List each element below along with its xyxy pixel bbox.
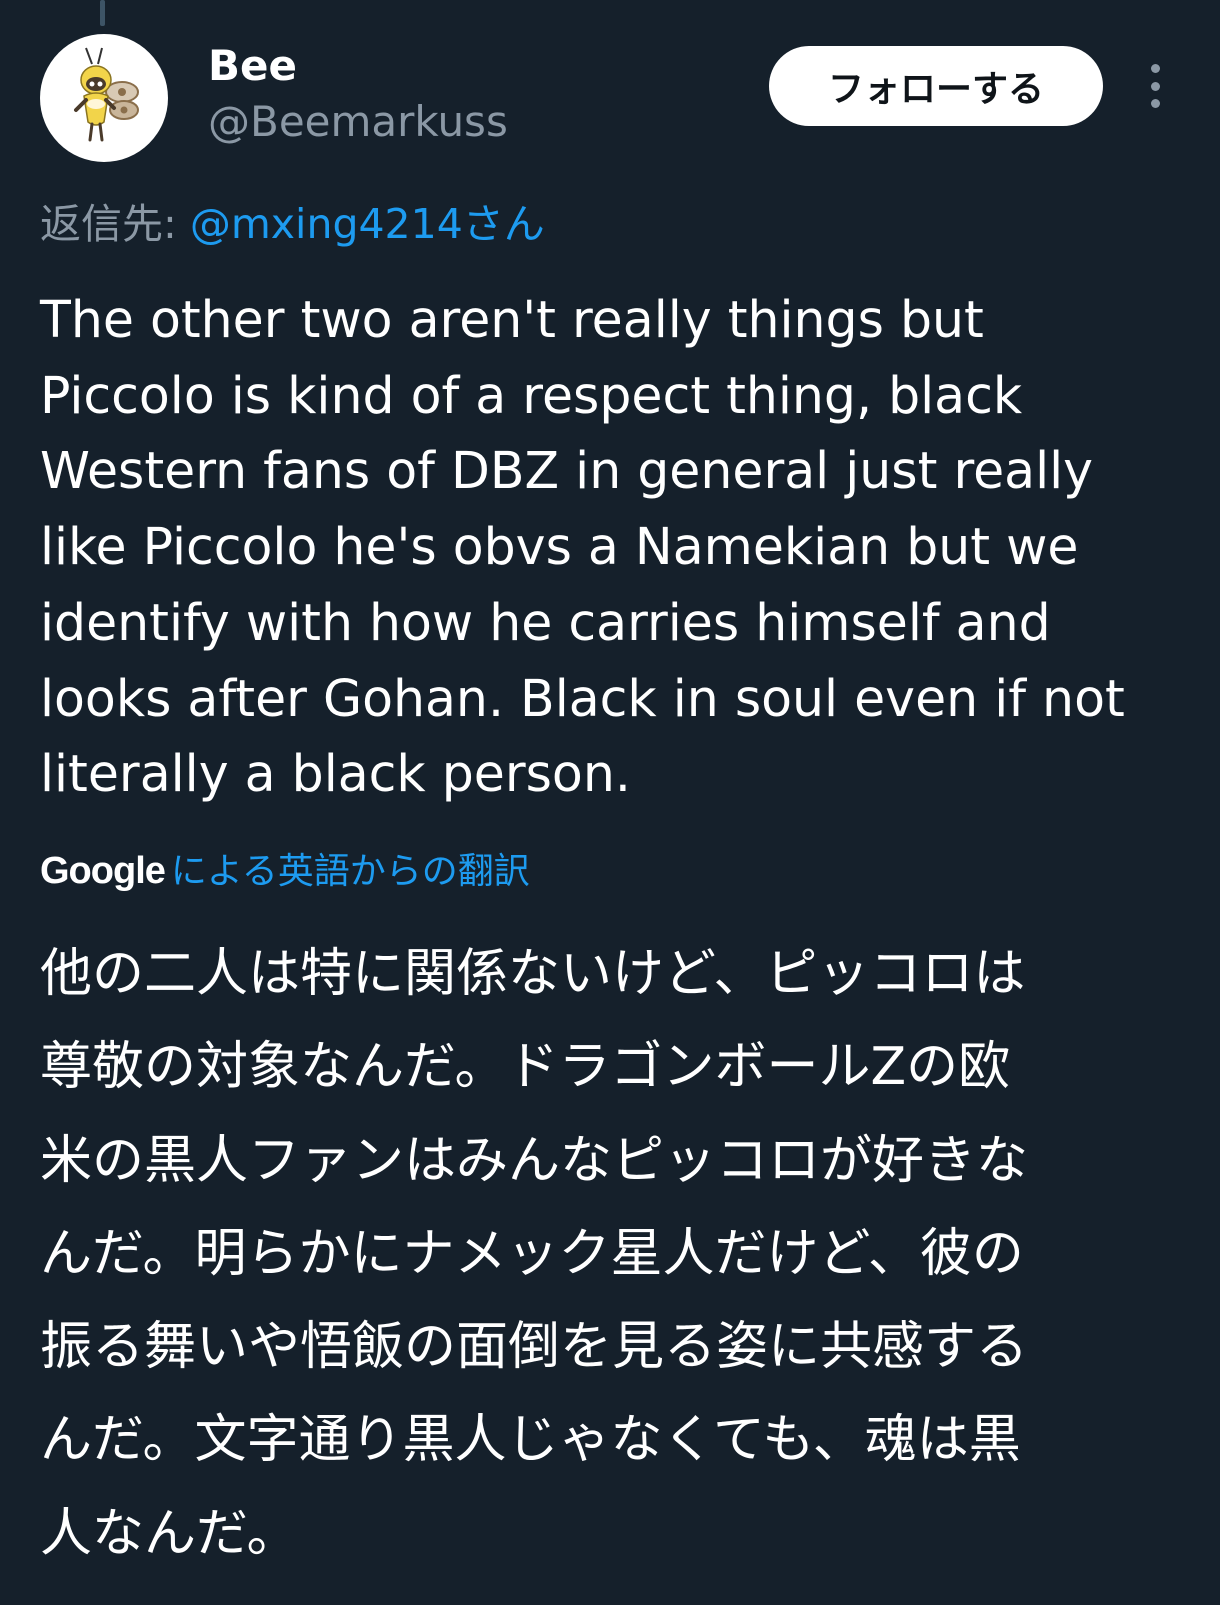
translated-text-line: んだ。明らかにナメック星人だけど、彼の: [40, 1223, 1024, 1284]
more-dot: [1150, 99, 1160, 108]
follow-button[interactable]: フォローする: [769, 46, 1103, 126]
thread-connector-line: [100, 0, 105, 26]
translated-text-line: 尊敬の対象なんだ。ドラゴンボールZの欧: [40, 1037, 1011, 1098]
tweet-text-line: identify with how he carries himself and: [40, 592, 1051, 652]
translated-text-line: 米の黒人ファンはみんなピッコロが好きな: [40, 1130, 1029, 1191]
translation-attribution: Google による英語からの翻訳: [40, 846, 530, 897]
more-dot: [1150, 81, 1160, 91]
tweet-text-line: literally a black person.: [40, 744, 631, 804]
author-display-name[interactable]: Bee: [208, 40, 297, 92]
tweet-text-line: looks after Gohan. Black in soul even if…: [40, 668, 1125, 728]
translated-text-line: 他の二人は特に関係ないけど、ピッコロは: [40, 944, 1026, 1004]
translated-text: 他の二人は特に関係ないけど、ピッコロは 尊敬の対象なんだ。ドラゴンボールZの欧 …: [40, 928, 1200, 1581]
translated-text-line: んだ。文字通り黒人じゃなくても、魂は黒: [40, 1410, 1021, 1471]
tweet-text-line: The other two aren't really things but: [40, 290, 984, 349]
author-handle[interactable]: @Beemarkuss: [208, 96, 508, 148]
tweet-text-line: like Piccolo he's obvs a Namekian but we: [40, 517, 1079, 577]
reply-context: 返信先: @mxing4214さん: [40, 196, 545, 252]
tweet-text: The other two aren't really things but P…: [40, 282, 1190, 812]
more-dot: [1150, 64, 1160, 73]
google-logo: Google: [40, 850, 166, 892]
more-vertical-icon[interactable]: [1136, 62, 1174, 110]
ribombee-avatar-icon: [74, 47, 139, 142]
avatar[interactable]: [40, 34, 168, 162]
tweet-text-line: Western fans of DBZ in general just real…: [40, 441, 1094, 501]
reply-target-link[interactable]: @mxing4214さん: [190, 200, 545, 248]
reply-prefix: 返信先:: [40, 200, 190, 248]
translated-text-line: 人なんだ。: [40, 1503, 299, 1564]
translation-source-link[interactable]: による英語からの翻訳: [171, 847, 530, 897]
tweet-text-line: Piccolo is kind of a respect thing, blac…: [40, 365, 1023, 425]
translated-text-line: 振る舞いや悟飯の面倒を見る姿に共感する: [40, 1317, 1029, 1378]
